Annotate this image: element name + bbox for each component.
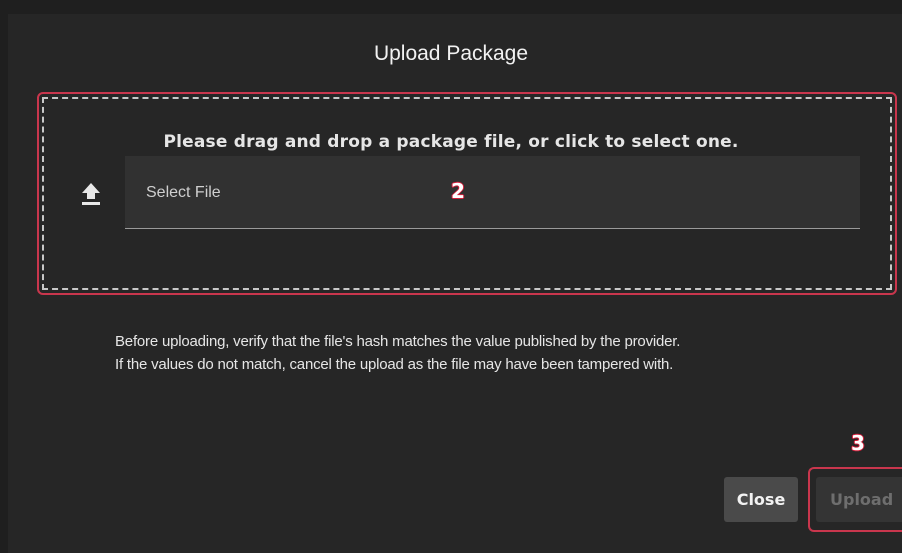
upload-icon bbox=[80, 181, 102, 207]
notice-line-1: Before uploading, verify that the file's… bbox=[115, 333, 681, 350]
select-file-label: Select File bbox=[146, 184, 221, 201]
annotation-marker-2: 2 bbox=[451, 179, 466, 204]
dialog-title: Upload Package bbox=[373, 42, 529, 65]
annotation-highlight-upload bbox=[808, 467, 902, 532]
hash-verification-notice: Before uploading, verify that the file's… bbox=[115, 331, 795, 376]
close-button[interactable]: Close bbox=[724, 477, 798, 522]
select-file-field[interactable] bbox=[125, 156, 860, 229]
notice-line-2: If the values do not match, cancel the u… bbox=[115, 355, 674, 373]
annotation-marker-3: 3 bbox=[851, 431, 866, 456]
dropzone-instructions: Please drag and drop a package file, or … bbox=[163, 132, 739, 152]
